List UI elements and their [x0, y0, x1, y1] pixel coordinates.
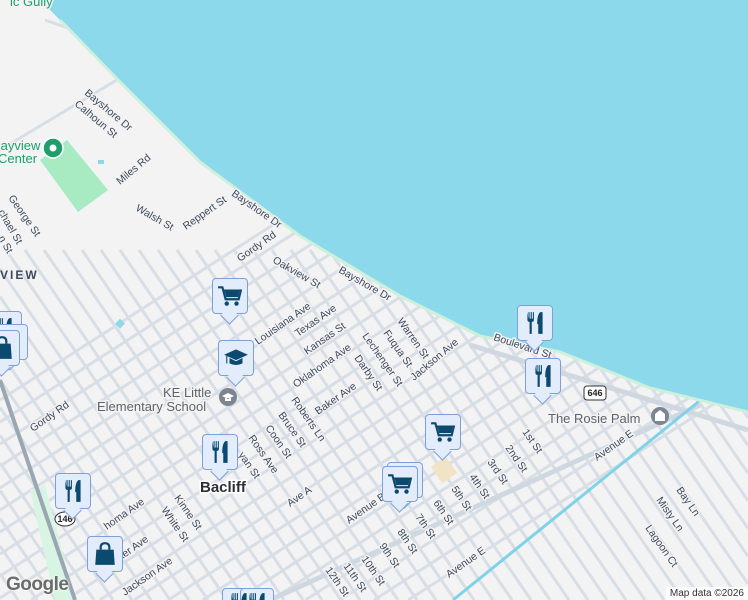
google-logo[interactable]: Google: [6, 574, 69, 596]
grocery-marker[interactable]: [212, 278, 248, 325]
grocery-marker[interactable]: [382, 466, 418, 513]
park-pin-icon[interactable]: [42, 137, 64, 159]
shopping-marker[interactable]: [87, 536, 123, 583]
highway-shield-646: 646: [583, 385, 607, 401]
restaurant-marker[interactable]: [55, 473, 91, 520]
town-label: Bacliff: [200, 479, 247, 496]
poi-label-rosie-palm: The Rosie Palm: [548, 411, 640, 426]
fork-knife-icon: [244, 591, 270, 600]
svg-text:646: 646: [587, 388, 602, 398]
graduation-cap-icon: [223, 345, 249, 371]
restaurant-marker[interactable]: [517, 305, 553, 352]
map-attribution[interactable]: Map data ©2026: [665, 587, 748, 600]
fork-knife-icon: [522, 310, 548, 336]
school-label-2: Elementary School: [97, 399, 206, 414]
school-poi-icon[interactable]: [219, 388, 237, 406]
pond: [98, 160, 104, 164]
landmark-poi-icon[interactable]: [651, 407, 669, 425]
restaurant-marker[interactable]: [525, 358, 561, 405]
fork-knife-icon: [530, 363, 556, 389]
fork-knife-icon: [207, 439, 233, 465]
shopping-cart-icon: [217, 283, 243, 309]
restaurant-marker[interactable]: [240, 588, 276, 600]
restaurant-marker[interactable]: [202, 434, 238, 481]
shopping-cart-icon: [387, 471, 413, 497]
school-label-1: KE Little: [163, 385, 211, 400]
map-canvas[interactable]: ic Gully Bayview Center VIEW Bayshore Dr…: [0, 0, 748, 600]
grocery-marker[interactable]: [425, 414, 461, 461]
area-label: VIEW: [0, 268, 39, 282]
shopping-cart-icon: [430, 419, 456, 445]
water-label: ic Gully: [10, 0, 53, 9]
shopping-bag-icon: [92, 541, 118, 567]
shopping-marker[interactable]: [0, 330, 20, 377]
fork-knife-icon: [60, 478, 86, 504]
park-label-2: Center: [0, 151, 38, 166]
school-marker[interactable]: [218, 340, 254, 387]
shopping-bag-icon: [0, 335, 15, 361]
